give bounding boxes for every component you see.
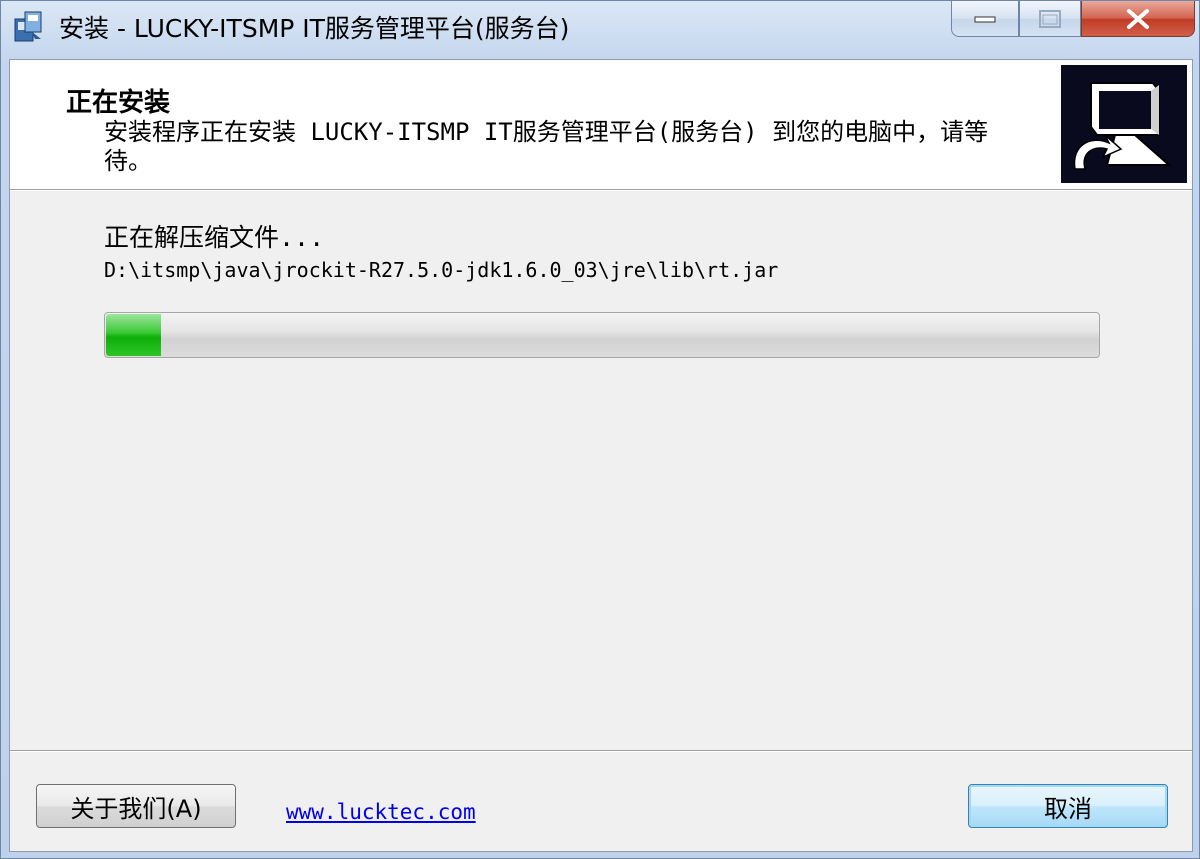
progress-fill — [106, 314, 161, 356]
window-title: 安装 - LUCKY-ITSMP IT服务管理平台(服务台) — [59, 14, 570, 43]
installer-window: 安装 - LUCKY-ITSMP IT服务管理平台(服务台) 正在安装 安装程序… — [0, 0, 1200, 859]
minimize-icon — [974, 16, 996, 22]
wizard-header: 正在安装 安装程序正在安装 LUCKY-ITSMP IT服务管理平台(服务台) … — [10, 60, 1192, 190]
minimize-button[interactable] — [951, 1, 1019, 37]
header-divider — [10, 190, 1192, 191]
dialog-client-area: 正在安装 安装程序正在安装 LUCKY-ITSMP IT服务管理平台(服务台) … — [9, 59, 1193, 852]
title-bar[interactable]: 安装 - LUCKY-ITSMP IT服务管理平台(服务台) — [1, 1, 1200, 57]
maximize-icon — [1039, 9, 1061, 28]
maximize-button[interactable] — [1019, 1, 1081, 37]
cancel-button[interactable]: 取消 — [968, 784, 1168, 828]
current-file-path: D:\itsmp\java\jrockit-R27.5.0-jdk1.6.0_0… — [104, 258, 779, 282]
page-description: 安装程序正在安装 LUCKY-ITSMP IT服务管理平台(服务台) 到您的电脑… — [104, 118, 989, 175]
website-link[interactable]: www.lucktec.com — [286, 800, 476, 824]
page-title: 正在安装 — [66, 88, 171, 118]
progress-bar — [104, 312, 1100, 358]
close-button[interactable] — [1081, 1, 1195, 37]
close-icon — [1127, 8, 1149, 29]
installer-icon — [11, 9, 47, 45]
computer-install-icon — [1061, 65, 1187, 183]
status-text: 正在解压缩文件... — [104, 223, 325, 252]
footer-divider-highlight — [10, 751, 1192, 752]
about-us-button[interactable]: 关于我们(A) — [36, 784, 236, 828]
